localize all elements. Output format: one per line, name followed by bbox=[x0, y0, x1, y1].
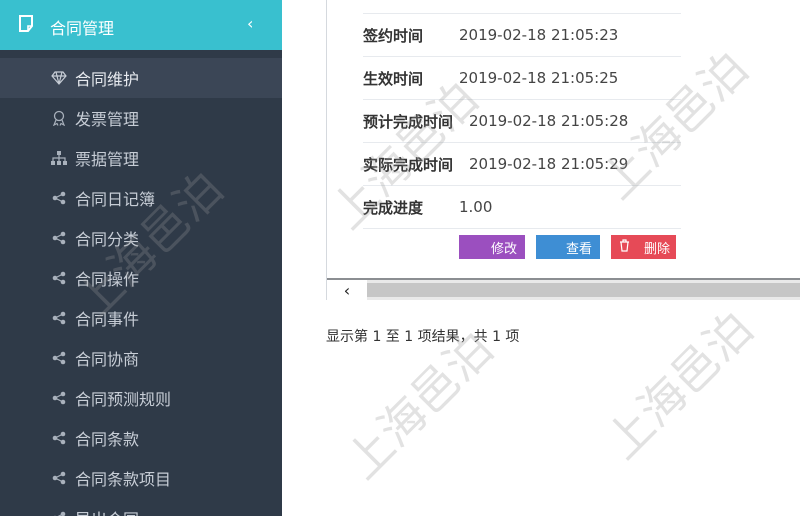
sidebar-item-label: 合同事件 bbox=[75, 310, 140, 329]
detail-key: 签约时间 bbox=[363, 26, 424, 45]
sidebar-header-label: 合同管理 bbox=[50, 19, 115, 38]
detail-key: 实际完成时间 bbox=[363, 155, 454, 174]
sidebar-item-contract-term-items[interactable]: 合同条款项目 bbox=[0, 458, 282, 498]
share-icon bbox=[50, 469, 68, 487]
share-icon bbox=[50, 429, 68, 447]
document-icon bbox=[18, 14, 36, 34]
detail-value: 2019-02-18 21:05:29 bbox=[469, 155, 629, 173]
detail-row-sign-time: 签约时间 2019-02-18 21:05:23 bbox=[363, 13, 681, 56]
sidebar-item-label: 合同日记簿 bbox=[75, 190, 156, 209]
sidebar: 合同管理 ‹ 合同维护 发票管理 票据管理 合同日记簿 合同分类 合同操作 合同… bbox=[0, 0, 282, 516]
sidebar-item-label: 合同维护 bbox=[75, 70, 140, 89]
sidebar-header-contract-management[interactable]: 合同管理 ‹ bbox=[0, 0, 282, 50]
detail-table: 签约时间 2019-02-18 21:05:23 生效时间 2019-02-18… bbox=[363, 13, 681, 229]
delete-label: 删除 bbox=[643, 240, 670, 256]
detail-value: 2019-02-18 21:05:28 bbox=[469, 112, 629, 130]
trash-icon bbox=[619, 239, 630, 255]
pagination-info: 显示第 1 至 1 项结果，共 1 项 bbox=[326, 329, 520, 345]
award-icon bbox=[50, 109, 68, 127]
sidebar-item-contract-operation[interactable]: 合同操作 bbox=[0, 258, 282, 298]
detail-row-progress: 完成进度 1.00 bbox=[363, 185, 681, 229]
sidebar-item-contract-journal[interactable]: 合同日记簿 bbox=[0, 178, 282, 218]
sidebar-item-label: 合同条款 bbox=[75, 430, 140, 449]
share-icon bbox=[50, 229, 68, 247]
sidebar-item-label: 合同协商 bbox=[75, 350, 140, 369]
share-icon bbox=[50, 389, 68, 407]
share-icon bbox=[50, 269, 68, 287]
sidebar-item-contract-negotiation[interactable]: 合同协商 bbox=[0, 338, 282, 378]
share-icon bbox=[50, 309, 68, 327]
share-icon bbox=[50, 349, 68, 367]
detail-row-expected-completion: 预计完成时间 2019-02-18 21:05:28 bbox=[363, 99, 681, 142]
sidebar-item-label: 导出合同 bbox=[75, 506, 139, 516]
sidebar-item-contract-terms[interactable]: 合同条款 bbox=[0, 418, 282, 458]
diamond-icon bbox=[50, 69, 68, 87]
sidebar-item-contract-maintenance[interactable]: 合同维护 bbox=[0, 58, 282, 98]
scroll-thumb[interactable] bbox=[367, 283, 800, 297]
detail-panel: 签约时间 2019-02-18 21:05:23 生效时间 2019-02-18… bbox=[326, 0, 800, 300]
horizontal-scrollbar[interactable]: ‹ bbox=[327, 278, 800, 300]
sidebar-item-bill-management[interactable]: 票据管理 bbox=[0, 138, 282, 178]
sidebar-item-contract-forecast-rules[interactable]: 合同预测规则 bbox=[0, 378, 282, 418]
delete-button[interactable]: 删除 bbox=[611, 235, 676, 259]
sidebar-item-invoice-management[interactable]: 发票管理 bbox=[0, 98, 282, 138]
scroll-left-arrow-icon[interactable]: ‹ bbox=[327, 280, 367, 300]
detail-value: 2019-02-18 21:05:25 bbox=[459, 69, 619, 87]
sidebar-item-export-contract[interactable]: 导出合同 bbox=[0, 498, 282, 516]
sidebar-item-label: 合同分类 bbox=[75, 230, 140, 249]
detail-key: 完成进度 bbox=[363, 198, 424, 217]
edit-button[interactable]: 修改 bbox=[459, 235, 525, 259]
sidebar-item-label: 合同预测规则 bbox=[75, 390, 172, 409]
sidebar-item-label: 合同操作 bbox=[75, 270, 140, 289]
detail-row-effective-time: 生效时间 2019-02-18 21:05:25 bbox=[363, 56, 681, 99]
sidebar-item-label: 发票管理 bbox=[75, 110, 140, 129]
row-actions: 修改 查看 删除 bbox=[459, 235, 676, 259]
main-content: 签约时间 2019-02-18 21:05:23 生效时间 2019-02-18… bbox=[282, 0, 800, 516]
detail-row-actual-completion: 实际完成时间 2019-02-18 21:05:29 bbox=[363, 142, 681, 185]
sidebar-item-contract-category[interactable]: 合同分类 bbox=[0, 218, 282, 258]
sidebar-menu: 合同维护 发票管理 票据管理 合同日记簿 合同分类 合同操作 合同事件 合同协商… bbox=[0, 58, 282, 516]
detail-key: 预计完成时间 bbox=[363, 112, 454, 131]
collapse-chevron-icon[interactable]: ‹ bbox=[247, 14, 253, 33]
share-icon bbox=[50, 509, 68, 516]
sitemap-icon bbox=[50, 149, 68, 167]
sidebar-item-label: 票据管理 bbox=[75, 150, 140, 169]
detail-value: 1.00 bbox=[459, 198, 493, 216]
share-icon bbox=[50, 189, 68, 207]
view-button[interactable]: 查看 bbox=[536, 235, 600, 259]
sidebar-item-contract-event[interactable]: 合同事件 bbox=[0, 298, 282, 338]
sidebar-item-label: 合同条款项目 bbox=[75, 470, 172, 489]
detail-value: 2019-02-18 21:05:23 bbox=[459, 26, 619, 44]
detail-key: 生效时间 bbox=[363, 69, 424, 88]
